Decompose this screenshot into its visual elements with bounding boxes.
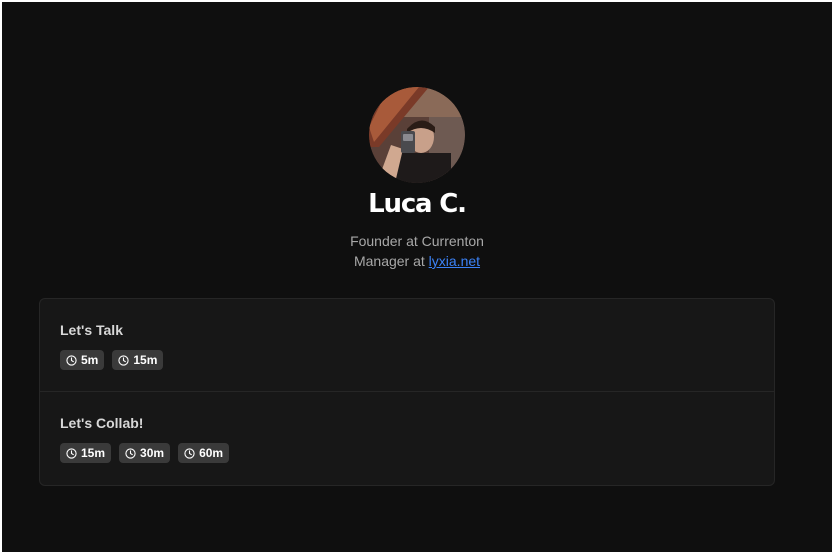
booking-page: Luca C. Founder at Currenton Manager at … [2, 2, 832, 552]
bio-line-2-prefix: Manager at [353, 253, 429, 269]
duration-badges: 5m 15m [60, 350, 754, 370]
clock-icon [184, 447, 195, 459]
event-title: Let's Collab! [60, 415, 144, 431]
event-type-list: Let's Talk 5m 15m Let's Collab! 15m 30m … [39, 298, 775, 486]
event-title: Let's Talk [60, 322, 123, 338]
bio-line-1: Founder at Currenton [350, 233, 484, 249]
duration-label: 15m [133, 353, 158, 367]
clock-icon [118, 354, 129, 366]
clock-icon [66, 354, 77, 366]
clock-icon [66, 447, 77, 459]
duration-label: 15m [81, 446, 106, 460]
duration-badge: 15m [112, 350, 164, 370]
duration-badge: 30m [119, 443, 171, 463]
duration-badge: 5m [60, 350, 105, 370]
profile-header: Luca C. Founder at Currenton Manager at … [2, 87, 832, 271]
duration-badge: 15m [60, 443, 112, 463]
avatar [369, 87, 465, 183]
duration-badges: 15m 30m 60m [60, 443, 754, 463]
profile-bio: Founder at Currenton Manager at lyxia.ne… [350, 231, 484, 271]
event-type-lets-talk[interactable]: Let's Talk 5m 15m [40, 299, 774, 391]
duration-label: 30m [140, 446, 165, 460]
duration-label: 60m [199, 446, 224, 460]
event-type-lets-collab[interactable]: Let's Collab! 15m 30m 60m [40, 391, 774, 484]
duration-label: 5m [81, 353, 99, 367]
clock-icon [125, 447, 136, 459]
bio-line-2: Manager at lyxia.net [350, 251, 484, 271]
bio-link[interactable]: lyxia.net [429, 253, 480, 269]
profile-name: Luca C. [368, 189, 467, 219]
duration-badge: 60m [178, 443, 230, 463]
